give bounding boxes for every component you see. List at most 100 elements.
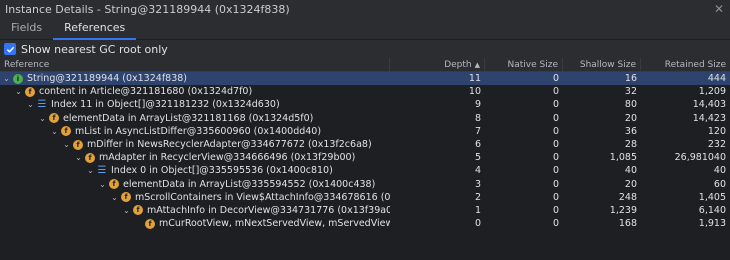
retained-size-cell: 60 [713, 178, 726, 190]
chevron-down-icon[interactable]: ⌄ [74, 153, 83, 162]
reference-cell: ⌄ i String@321189944 (0x1324f838) [0, 72, 390, 85]
native-size-cell: 0 [552, 125, 559, 137]
title-bar: Instance Details - String@321189944 (0x1… [0, 0, 730, 18]
native-size-cell: 0 [552, 99, 559, 111]
reference-text: mScrollContainers in View$AttachInfo@334… [135, 191, 390, 203]
column-header-label: Shallow Size [579, 60, 636, 70]
table-row[interactable]: ⌄ f elementData in ArrayList@335594552 (0x… [0, 178, 730, 191]
native-size-cell: 0 [552, 191, 559, 203]
reference-cell: ⌄ f elementData in ArrayList@321181168 (0x… [0, 112, 390, 125]
table-row[interactable]: ⌄ ☰ Index 0 in Object[]@335595536 (0x1400c… [0, 164, 730, 177]
reference-cell: ⌄ ☰ Index 11 in Object[]@321181232 (0x1324… [0, 98, 390, 111]
chevron-down-icon[interactable]: ⌄ [26, 100, 35, 109]
depth-cell: 5 [474, 152, 481, 164]
chevron-down-icon[interactable]: ⌄ [86, 166, 95, 175]
retained-size-cell: 444 [707, 73, 726, 85]
tab-references[interactable]: References [53, 21, 137, 40]
depth-cell: 11 [468, 73, 481, 85]
reference-cell: ⌄ f mScrollContainers in View$AttachInfo@3… [0, 191, 390, 204]
native-size-cell: 0 [552, 112, 559, 124]
gc-root-label: Show nearest GC root only [21, 42, 168, 56]
table-row[interactable]: ⌄ ☰ Index 11 in Object[]@321181232 (0x1324… [0, 98, 730, 111]
chevron-down-icon[interactable]: ⌄ [50, 127, 59, 136]
reference-text: elementData in ArrayList@335594552 (0x14… [123, 178, 376, 190]
field-icon: f [85, 152, 95, 163]
chevron-down-icon[interactable]: ⌄ [122, 206, 131, 215]
retained-size-cell: 40 [713, 165, 726, 177]
chevron-down-icon[interactable]: ⌄ [2, 74, 11, 83]
table-row[interactable]: ⌄ i String@321189944 (0x1324f838) 11 0 16 444 [0, 72, 730, 86]
reference-cell: ⌄ f elementData in ArrayList@335594552 (0x… [0, 178, 390, 191]
field-icon: f [49, 113, 59, 124]
shallow-size-cell: 20 [624, 112, 637, 124]
native-size-cell: 0 [552, 152, 559, 164]
column-header-reference[interactable]: Reference [0, 58, 390, 72]
reference-cell: ⌄ ☰ Index 0 in Object[]@335595536 (0x1400c… [0, 164, 390, 177]
reference-text: mAdapter in RecyclerView@334666496 (0x13… [99, 152, 356, 164]
window-title: Instance Details - String@321189944 (0x1… [5, 2, 290, 16]
depth-cell: 2 [474, 191, 481, 203]
depth-cell: 4 [474, 165, 481, 177]
reference-cell: ⌄ f mAttachInfo in DecorView@334731776 (0x… [0, 204, 390, 217]
shallow-size-cell: 16 [624, 73, 637, 85]
reference-text: Index 0 in Object[]@335595536 (0x1400c81… [111, 165, 333, 177]
column-header-shallow-size[interactable]: Shallow Size [563, 58, 641, 72]
table-row[interactable]: ⌄ f mScrollContainers in View$AttachInfo@3… [0, 191, 730, 204]
retained-size-cell: 120 [707, 125, 726, 137]
retained-size-cell: 1,209 [698, 86, 726, 98]
chevron-down-icon[interactable]: ⌄ [62, 140, 71, 149]
field-icon: f [109, 179, 119, 190]
reference-text: content in Article@321181680 (0x1324d7f0… [39, 86, 253, 98]
chevron-down-icon[interactable]: ⌄ [14, 87, 23, 96]
table-row[interactable]: ⌄ f mAttachInfo in DecorView@334731776 (0x… [0, 204, 730, 217]
reference-cell: ⌄ f content in Article@321181680 (0x1324d7… [0, 85, 390, 98]
table-row[interactable]: ⌄ f mDiffer in NewsRecyclerAdapter@3346776… [0, 138, 730, 151]
retained-size-cell: 1,405 [698, 191, 726, 203]
chevron-down-icon[interactable]: ⌄ [98, 180, 107, 189]
native-size-cell: 0 [552, 73, 559, 85]
gc-root-checkbox[interactable] [4, 43, 16, 55]
reference-cell: ⌄ f mAdapter in RecyclerView@334666496 (0x… [0, 151, 390, 164]
native-size-cell: 0 [552, 204, 559, 216]
depth-cell: 8 [474, 112, 481, 124]
field-icon: f [25, 86, 35, 97]
native-size-cell: 0 [552, 165, 559, 177]
shallow-size-cell: 20 [624, 178, 637, 190]
shallow-size-cell: 80 [624, 99, 637, 111]
close-icon[interactable]: ✕ [714, 2, 724, 16]
native-size-cell: 0 [552, 139, 559, 151]
retained-size-cell: 26,981040 [674, 152, 726, 164]
depth-cell: 1 [474, 204, 481, 216]
shallow-size-cell: 168 [618, 218, 637, 230]
field-icon: f [145, 218, 155, 229]
reference-text: mCurRootView, mNextServedView, mServedVi… [159, 218, 390, 230]
checkmark-icon [6, 46, 14, 53]
table-row[interactable]: ⌄ f mAdapter in RecyclerView@334666496 (0x… [0, 151, 730, 164]
string-icon: i [13, 73, 23, 84]
table-body: ⌄ i String@321189944 (0x1324f838) 11 0 16 444 ⌄… [0, 72, 730, 230]
column-header-retained-size[interactable]: Retained Size [641, 58, 730, 72]
shallow-size-cell: 248 [618, 191, 637, 203]
table-row[interactable]: ⌄ f elementData in ArrayList@321181168 (0x… [0, 112, 730, 125]
table-header: Reference Depth ▲ Native Size Shallow Siz… [0, 58, 730, 72]
reference-text: Index 11 in Object[]@321181232 (0x1324d6… [51, 99, 280, 111]
field-icon: f [121, 192, 131, 203]
retained-size-cell: 232 [707, 139, 726, 151]
chevron-down-icon[interactable]: ⌄ [38, 114, 47, 123]
array-icon: ☰ [97, 165, 107, 177]
tab-fields[interactable]: Fields [0, 21, 53, 39]
table-row[interactable]: f mCurRootView, mNextServedView, mServedV… [0, 217, 730, 230]
column-header-native-size[interactable]: Native Size [485, 58, 563, 72]
reference-cell: ⌄ f mList in AsyncListDiffer@335600960 (0x… [0, 125, 390, 138]
column-header-depth[interactable]: Depth ▲ [390, 58, 485, 72]
reference-text: String@321189944 (0x1324f838) [27, 73, 188, 85]
column-header-label: Retained Size [664, 60, 726, 70]
retained-size-cell: 1,913 [698, 218, 726, 230]
chevron-down-icon[interactable]: ⌄ [110, 193, 119, 202]
table-row[interactable]: ⌄ f content in Article@321181680 (0x1324d7… [0, 85, 730, 98]
table-row[interactable]: ⌄ f mList in AsyncListDiffer@335600960 (0x… [0, 125, 730, 138]
references-table: Reference Depth ▲ Native Size Shallow Siz… [0, 58, 730, 260]
depth-cell: 10 [468, 86, 481, 98]
shallow-size-cell: 40 [624, 165, 637, 177]
shallow-size-cell: 28 [624, 139, 637, 151]
